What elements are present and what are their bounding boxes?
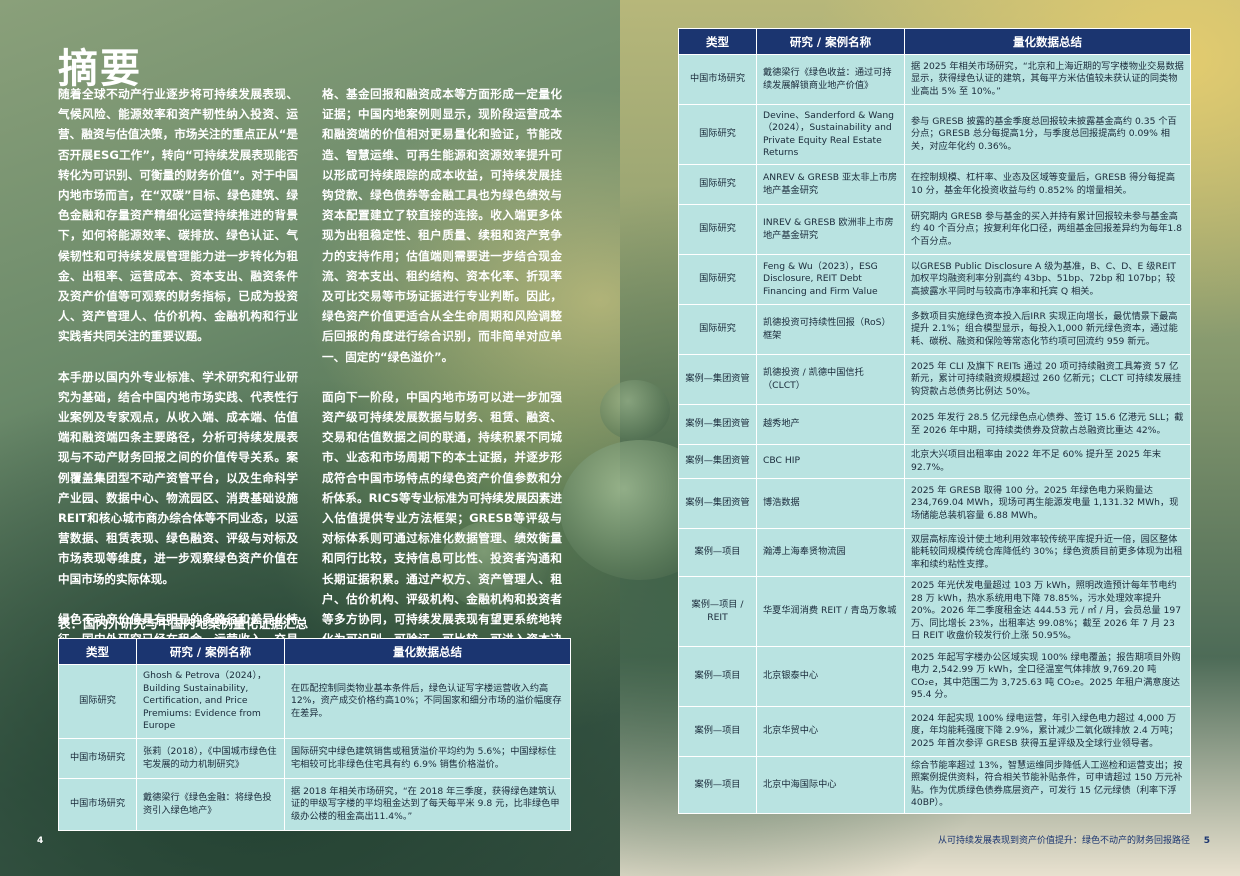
running-footer: 从可持续发展表现到资产价值提升：绿色不动产的财务回报路径 xyxy=(937,836,1190,846)
table-row: 案例—项目 / REIT 华夏华润消费 REIT / 青岛万象城 2025 年光… xyxy=(678,576,1191,647)
cell-name: Devine、Sanderford & Wang（2024），Sustainab… xyxy=(756,104,905,165)
cell-type: 案例—集团资管 xyxy=(678,444,757,479)
cell-name: 博浩数据 xyxy=(756,478,905,529)
paragraph: 格、基金回报和融资成本等方面形成一定量化证据；中国内地案例则显示，现阶段运营成本… xyxy=(322,87,562,364)
cell-type: 中国市场研究 xyxy=(58,778,137,831)
cell-summary: 多数项目实施绿色资本投入后IRR 实现正向增长，最优情景下最高提升 2.1%；组… xyxy=(904,304,1191,355)
cell-summary: 2025 年起写字楼办公区域实现 100% 绿电覆盖；报告期项目外购电力 2,5… xyxy=(904,646,1191,707)
cell-summary: 2025 年 CLI 及旗下 REITs 通过 20 项可持续融资工具筹资 57… xyxy=(904,354,1191,405)
cell-type: 国际研究 xyxy=(58,664,137,739)
header-summary: 量化数据总结 xyxy=(904,28,1191,55)
cell-name: Feng & Wu（2023），ESG Disclosure, REIT Deb… xyxy=(756,254,905,305)
cell-name: 凯德投资可持续性回报（RoS）框架 xyxy=(756,304,905,355)
cell-type: 案例—集团资管 xyxy=(678,478,757,529)
cell-name: 北京中海国际中心 xyxy=(756,756,905,814)
table-row: 中国市场研究 戴德梁行《绿色金融：将绿色投资引入绿色地产》 据 2018 年相关… xyxy=(58,778,571,831)
cell-name: 张莉（2018），《中国城市绿色住宅发展的动力机制研究》 xyxy=(136,738,285,779)
cell-type: 案例—项目 xyxy=(678,756,757,814)
table-row: 国际研究 Ghosh & Petrova（2024），Building Sust… xyxy=(58,664,571,739)
cell-type: 中国市场研究 xyxy=(678,54,757,105)
cell-summary: 北京大兴项目出租率由 2022 年不足 60% 提升至 2025 年末 92.7… xyxy=(904,444,1191,479)
cell-type: 国际研究 xyxy=(678,204,757,255)
cell-type: 案例—集团资管 xyxy=(678,354,757,405)
cell-summary: 参与 GRESB 披露的基金季度总回报较未披露基金高约 0.35 个百分点；GR… xyxy=(904,104,1191,165)
table-row: 案例—集团资管 博浩数据 2025 年 GRESB 取得 100 分。2025 … xyxy=(678,478,1191,529)
cell-type: 案例—集团资管 xyxy=(678,404,757,445)
header-summary: 量化数据总结 xyxy=(284,638,571,665)
evidence-table-left: 类型 研究 / 案例名称 量化数据总结 国际研究 Ghosh & Petrova… xyxy=(58,638,571,831)
cell-name: 戴德梁行《绿色金融：将绿色投资引入绿色地产》 xyxy=(136,778,285,831)
table-row: 案例—项目 瀚溥上海奉贤物流园 双层高标库设计使土地利用效率较传统平库提升近一倍… xyxy=(678,528,1191,577)
cell-name: CBC HIP xyxy=(756,444,905,479)
table-row: 中国市场研究 张莉（2018），《中国城市绿色住宅发展的动力机制研究》 国际研究… xyxy=(58,738,571,779)
moss-decoration xyxy=(600,380,670,440)
cell-name: ANREV & GRESB 亚太非上市房地产基金研究 xyxy=(756,164,905,205)
cell-summary: 据 2025 年相关市场研究，“北京和上海近期的写字楼物业交易数据显示，获得绿色… xyxy=(904,54,1191,105)
cell-name: INREV & GRESB 欧洲非上市房地产基金研究 xyxy=(756,204,905,255)
cell-summary: 2024 年起实现 100% 绿电运营，年引入绿色电力超过 4,000 万度，年… xyxy=(904,706,1191,757)
cell-name: 戴德梁行《绿色收益：通过可持续发展解锁商业地产价值》 xyxy=(756,54,905,105)
cell-type: 案例—项目 xyxy=(678,706,757,757)
table-caption: 表：国内外研究与中国内地案例量化证据汇总 xyxy=(58,616,309,631)
table-row: 案例—集团资管 凯德投资 / 凯德中国信托（CLCT） 2025 年 CLI 及… xyxy=(678,354,1191,405)
cell-name: 华夏华润消费 REIT / 青岛万象城 xyxy=(756,576,905,647)
table-row: 案例—项目 北京华贸中心 2024 年起实现 100% 绿电运营，年引入绿色电力… xyxy=(678,706,1191,757)
cell-name: 北京银泰中心 xyxy=(756,646,905,707)
cell-summary: 双层高标库设计使土地利用效率较传统平库提升近一倍，园区整体能耗较同规模传统仓库降… xyxy=(904,528,1191,577)
page-number-right: 5 xyxy=(1203,836,1210,846)
cell-summary: 研究期内 GRESB 参与基金的买入并持有累计回报较未参与基金高约 40 个百分… xyxy=(904,204,1191,255)
cell-name: 瀚溥上海奉贤物流园 xyxy=(756,528,905,577)
cell-type: 国际研究 xyxy=(678,104,757,165)
table-row: 中国市场研究 戴德梁行《绿色收益：通过可持续发展解锁商业地产价值》 据 2025… xyxy=(678,54,1191,105)
header-name: 研究 / 案例名称 xyxy=(136,638,285,665)
cell-type: 案例—项目 xyxy=(678,528,757,577)
cell-summary: 2025 年光伏发电量超过 103 万 kWh，照明改造预计每年节电约 28 万… xyxy=(904,576,1191,647)
cell-type: 案例—项目 xyxy=(678,646,757,707)
table-row: 国际研究 凯德投资可持续性回报（RoS）框架 多数项目实施绿色资本投入后IRR … xyxy=(678,304,1191,355)
table-row: 国际研究 ANREV & GRESB 亚太非上市房地产基金研究 在控制规模、杠杆… xyxy=(678,164,1191,205)
paragraph: 本手册以国内外专业标准、学术研究和行业研究为基础，结合中国内地市场实践、代表性行… xyxy=(58,369,298,586)
paragraph: 随着全球不动产行业逐步将可持续发展表现、气候风险、能源效率和资产韧性纳入投资、运… xyxy=(58,87,298,344)
header-type: 类型 xyxy=(678,28,757,55)
cell-name: 越秀地产 xyxy=(756,404,905,445)
cell-name: Ghosh & Petrova（2024），Building Sustainab… xyxy=(136,664,285,739)
header-type: 类型 xyxy=(58,638,137,665)
cell-type: 国际研究 xyxy=(678,304,757,355)
page-number-left: 4 xyxy=(37,836,44,846)
table-row: 国际研究 INREV & GRESB 欧洲非上市房地产基金研究 研究期内 GRE… xyxy=(678,204,1191,255)
cell-name: 凯德投资 / 凯德中国信托（CLCT） xyxy=(756,354,905,405)
table-row: 案例—集团资管 越秀地产 2025 年发行 28.5 亿元绿色点心债券、签订 1… xyxy=(678,404,1191,445)
cell-summary: 2025 年发行 28.5 亿元绿色点心债券、签订 15.6 亿港元 SLL；截… xyxy=(904,404,1191,445)
cell-name: 北京华贸中心 xyxy=(756,706,905,757)
cell-type: 国际研究 xyxy=(678,254,757,305)
table-row: 国际研究 Feng & Wu（2023），ESG Disclosure, REI… xyxy=(678,254,1191,305)
table-row: 案例—项目 北京银泰中心 2025 年起写字楼办公区域实现 100% 绿电覆盖；… xyxy=(678,646,1191,707)
text-column-1: 随着全球不动产行业逐步将可持续发展表现、气候风险、能源效率和资产韧性纳入投资、运… xyxy=(58,84,298,689)
cell-summary: 2025 年 GRESB 取得 100 分。2025 年绿色电力采购量达 234… xyxy=(904,478,1191,529)
table-row: 案例—项目 北京中海国际中心 综合节能率超过 13%，智慧运维同步降低人工巡检和… xyxy=(678,756,1191,814)
cell-type: 中国市场研究 xyxy=(58,738,137,779)
cell-type: 案例—项目 / REIT xyxy=(678,576,757,647)
cell-type: 国际研究 xyxy=(678,164,757,205)
header-name: 研究 / 案例名称 xyxy=(756,28,905,55)
cell-summary: 在控制规模、杠杆率、业态及区域等变量后，GRESB 得分每提高10 分，基金年化… xyxy=(904,164,1191,205)
cell-summary: 国际研究中绿色建筑销售或租赁溢价平均约为 5.6%；中国绿标住宅相较可比非绿色住… xyxy=(284,738,571,779)
text-column-2: 格、基金回报和融资成本等方面形成一定量化证据；中国内地案例则显示，现阶段运营成本… xyxy=(322,84,562,690)
table-row: 案例—集团资管 CBC HIP 北京大兴项目出租率由 2022 年不足 60% … xyxy=(678,444,1191,479)
cell-summary: 在匹配控制同类物业基本条件后，绿色认证写字楼运营收入约高12%，资产成交价格约高… xyxy=(284,664,571,739)
table-row: 国际研究 Devine、Sanderford & Wang（2024），Sust… xyxy=(678,104,1191,165)
cell-summary: 综合节能率超过 13%，智慧运维同步降低人工巡检和运营支出；按照案例提供资料，符… xyxy=(904,756,1191,814)
cell-summary: 以GRESB Public Disclosure A 级为基准，B、C、D、E … xyxy=(904,254,1191,305)
evidence-table-right: 类型 研究 / 案例名称 量化数据总结 中国市场研究 戴德梁行《绿色收益：通过可… xyxy=(678,28,1191,814)
cell-summary: 据 2018 年相关市场研究，“在 2018 年三季度，获得绿色建筑认证的甲级写… xyxy=(284,778,571,831)
